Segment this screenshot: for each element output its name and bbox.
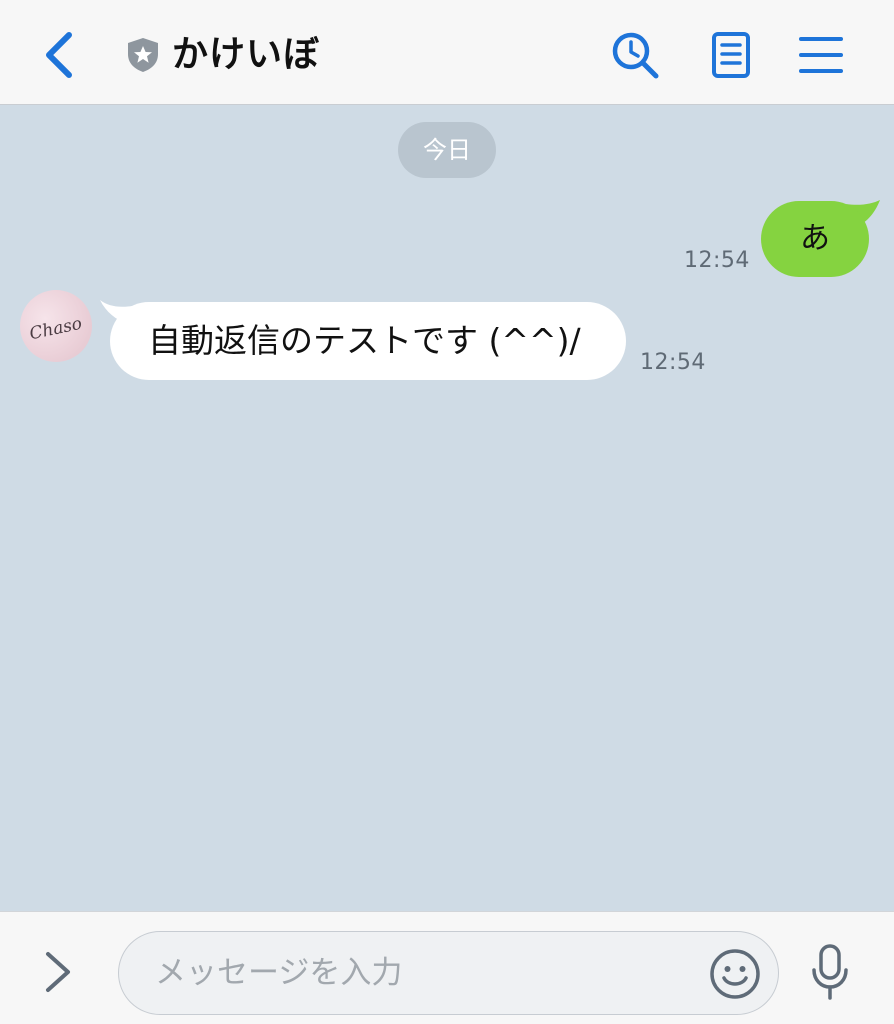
hamburger-menu-icon — [799, 37, 843, 73]
menu-button[interactable] — [794, 28, 848, 82]
message-input-box[interactable] — [118, 931, 779, 1015]
microphone-icon — [812, 944, 848, 1000]
chat-screen: かけいぼ 今日 あ 12:54 Chaso 自動返信のテストです (^^)/ 1… — [0, 0, 894, 1024]
outgoing-message-bubble[interactable]: あ — [761, 201, 869, 277]
incoming-message-bubble[interactable]: 自動返信のテストです (^^)/ — [110, 302, 626, 380]
chat-title: かけいぼ — [172, 34, 321, 75]
notes-button[interactable] — [704, 28, 758, 82]
header-bar: かけいぼ — [0, 0, 894, 105]
search-button[interactable] — [608, 28, 662, 82]
search-clock-icon — [612, 32, 659, 79]
message-input[interactable] — [155, 932, 695, 1014]
message-timestamp: 12:54 — [684, 248, 750, 273]
message-timestamp: 12:54 — [640, 350, 706, 375]
date-separator: 今日 — [398, 122, 496, 178]
svg-text:Chaso: Chaso — [28, 314, 84, 345]
expand-button[interactable] — [36, 948, 80, 996]
emoji-button[interactable] — [707, 946, 763, 1002]
microphone-button[interactable] — [806, 942, 854, 1002]
avatar[interactable]: Chaso — [20, 290, 92, 362]
back-button[interactable] — [36, 28, 80, 82]
note-icon — [712, 32, 750, 78]
chevron-left-icon — [46, 32, 72, 78]
smiley-icon — [710, 949, 760, 999]
composer-bar — [0, 911, 894, 1024]
avatar-signature: Chaso — [28, 314, 84, 345]
shield-star-icon — [126, 37, 160, 73]
chevron-right-icon — [46, 952, 70, 992]
